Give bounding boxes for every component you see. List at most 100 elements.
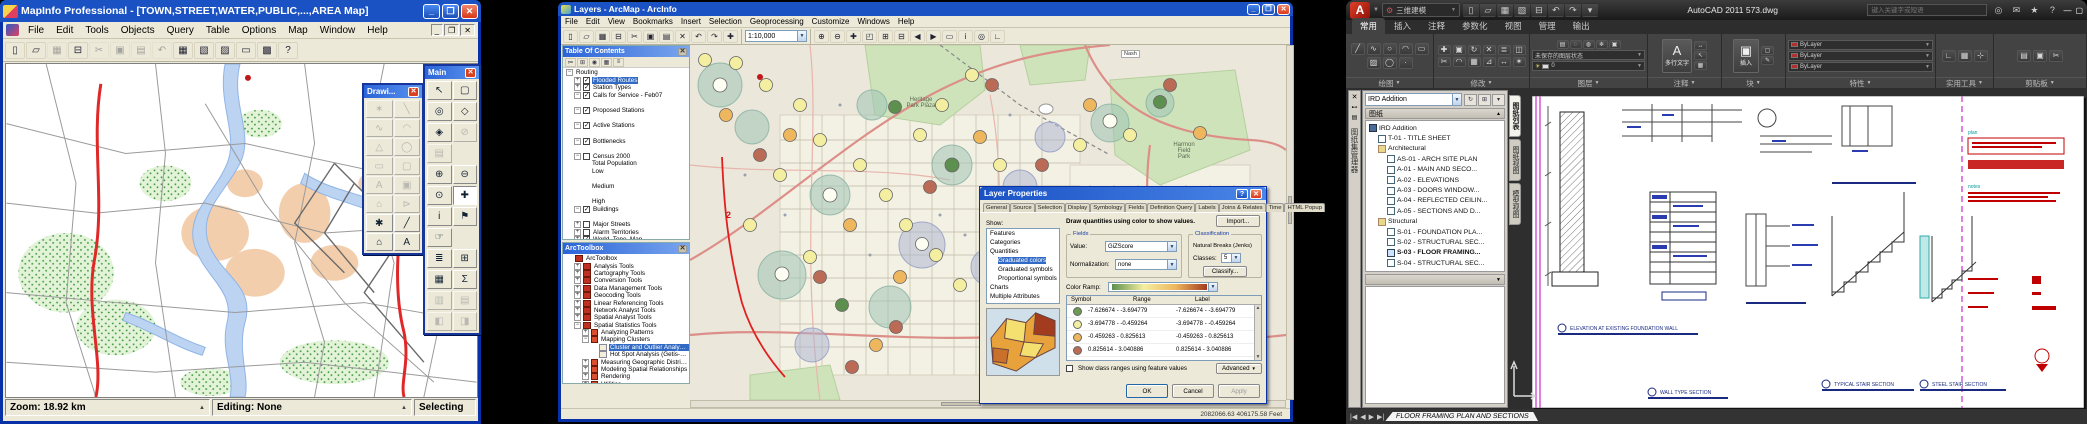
ruler-icon[interactable]: ⊞ (453, 249, 478, 268)
tree-expander-icon[interactable] (574, 322, 581, 329)
qnew-icon[interactable]: ▯ (1463, 3, 1479, 17)
line-icon[interactable]: ╱ (1351, 43, 1365, 55)
toolbox-label[interactable]: Modeling Spatial Relationships (600, 366, 688, 373)
maximize-button[interactable]: ❐ (442, 4, 459, 19)
toolbox-label[interactable]: Network Analyst Tools (593, 307, 656, 314)
measure-icon[interactable]: ∟ (1942, 50, 1956, 62)
maximize-button[interactable]: ❐ (1262, 4, 1275, 15)
sheet-row[interactable]: T-01 - TITLE SHEET (1366, 133, 1504, 143)
saveas-icon[interactable]: ▧ (1514, 3, 1530, 17)
layer-label[interactable]: Active Stations (592, 122, 636, 129)
show-list-item[interactable]: Charts (987, 283, 1059, 292)
tree-expander-icon[interactable] (582, 373, 589, 380)
select-features-icon[interactable]: ▭ (942, 30, 957, 43)
ribbon-tab[interactable]: 注释 (1420, 18, 1453, 34)
toolbox-label[interactable]: Data Management Tools (593, 285, 663, 292)
workspace-combo[interactable]: ⚙三维建模▼ (1382, 3, 1460, 17)
menu-item[interactable]: Objects (115, 24, 161, 37)
menu-item[interactable]: Edit (582, 17, 604, 26)
tree-expander-icon[interactable] (574, 138, 581, 145)
menu-item[interactable]: Tools (79, 24, 114, 37)
vertical-scrollbar[interactable] (1286, 45, 1294, 400)
cut-icon[interactable]: ✂ (89, 42, 109, 59)
paste-icon[interactable]: ▤ (659, 30, 674, 43)
menu-item[interactable]: Help (894, 17, 918, 26)
tree-expander-icon[interactable] (566, 69, 573, 76)
new-redistricter-icon[interactable]: ▩ (257, 42, 277, 59)
close-icon[interactable]: ✕ (465, 68, 476, 78)
class-row[interactable]: -0.459263 - 0.825613 -0.459263 - 0.82561… (1067, 331, 1261, 344)
sheet-row[interactable]: Architectural (1366, 144, 1504, 154)
legend-icon[interactable]: ▦ (427, 270, 452, 289)
set-target-district-icon[interactable]: ▥ (427, 291, 452, 310)
toolbox-row[interactable]: Measuring Geographic Distributions (563, 358, 689, 365)
plot-icon[interactable]: ⊟ (1531, 3, 1547, 17)
symbol-style-icon[interactable]: ✱ (366, 214, 393, 232)
layer-row[interactable] (563, 115, 689, 123)
layer-label[interactable]: Alarm Territories (592, 229, 640, 236)
tree-expander-icon[interactable] (574, 221, 581, 228)
label-tool-icon[interactable]: ⚑ (453, 207, 478, 226)
show-list-item[interactable]: Graduated symbols (987, 265, 1059, 274)
help-icon[interactable]: ? (2044, 3, 2060, 17)
os-minimize-icon[interactable]: — (2063, 6, 2071, 15)
layer-row[interactable] (563, 130, 689, 138)
layout-canvas[interactable]: ELEVATION AT EXISTING FOUNDATION WALL WA… (1532, 96, 2084, 408)
menu-item[interactable]: File (22, 24, 50, 37)
list-by-source-icon[interactable]: ⊞ (577, 58, 588, 67)
class-row[interactable]: -3.694778 - -0.459264 -3.694778 - -0.459… (1067, 318, 1261, 331)
class-row[interactable]: -7.626674 - -3.694779 -7.626674 - -3.694… (1067, 305, 1261, 318)
sheet-row[interactable]: A-03 - DOORS WINDOW... (1366, 185, 1504, 195)
qsave-icon[interactable]: ▦ (1497, 3, 1513, 17)
mirror-icon[interactable]: ◫ (1513, 45, 1526, 55)
main-toolbar[interactable]: Main✕ ↖▢◎◇◈⊘▤⊕⊖⊙✚i⚑☞≣⊞▦Σ▥▤◧◨ (423, 64, 481, 335)
layer-row[interactable]: Major Streets (563, 221, 689, 229)
copy-icon[interactable]: ▣ (1453, 45, 1466, 55)
ellipse-tool-icon[interactable]: ◯ (394, 138, 421, 156)
tree-expander-icon[interactable] (574, 270, 581, 277)
new-browser-icon[interactable]: ▦ (173, 42, 193, 59)
tree-expander-icon[interactable] (574, 153, 581, 160)
cut-icon[interactable]: ✂ (627, 30, 642, 43)
ssm-new-icon[interactable]: ▾ (1492, 94, 1505, 106)
redo-icon[interactable]: ↷ (707, 30, 722, 43)
ribbon-tab[interactable]: 输出 (1565, 18, 1598, 34)
layer-row[interactable]: Station Types (563, 84, 689, 92)
offset-icon[interactable]: ≣ (1498, 45, 1511, 55)
edit-attrib-icon[interactable]: ✎ (1761, 56, 1774, 65)
sheet-row[interactable]: S-02 - STRUCTURAL SEC... (1366, 237, 1504, 247)
sheet-row[interactable]: A-02 - ELEVATIONS (1366, 175, 1504, 185)
classify-button[interactable]: Classify... (1203, 266, 1247, 277)
menu-item[interactable]: File (561, 17, 582, 26)
layer-row[interactable]: Medium (563, 183, 689, 191)
tree-expander-icon[interactable] (574, 263, 581, 270)
menu-item[interactable]: Help (361, 24, 394, 37)
qopen-icon[interactable]: ▱ (1480, 3, 1496, 17)
status-dropdown-icon[interactable]: ▲ (199, 405, 205, 411)
ssm-import-icon[interactable]: ⊞ (1478, 94, 1491, 106)
tree-expander-icon[interactable] (574, 77, 581, 84)
table-header[interactable]: Label (1191, 297, 1253, 303)
panel-label[interactable]: 注释▼ (1648, 77, 1721, 88)
layer-row[interactable]: Routing (563, 69, 689, 77)
dialog-tab[interactable]: Time (1266, 203, 1285, 212)
quickcalc-icon[interactable]: ▦ (1958, 50, 1972, 62)
show-list-item[interactable]: Quantities (987, 247, 1059, 256)
checkbox-icon[interactable] (1066, 365, 1073, 372)
toolbox-label[interactable]: Cluster and Outlier Analysis (Anselin Lo… (609, 344, 689, 351)
layer-label[interactable]: Proposed Stations (592, 107, 645, 114)
sheet-row[interactable]: S-01 - FOUNDATION PLA... (1366, 227, 1504, 237)
layer-state-combo[interactable]: 未保存的图层状态▼ (1532, 50, 1645, 60)
layer-row[interactable]: Low (563, 168, 689, 176)
ok-button[interactable]: OK (1126, 384, 1168, 398)
tree-expander-icon[interactable] (574, 292, 581, 299)
table-icon[interactable]: ▦ (1694, 61, 1707, 70)
add-node-tool-icon[interactable]: ⊳ (394, 195, 421, 213)
create-block-icon[interactable]: ▢ (1761, 46, 1774, 55)
panel-label[interactable]: 修改▼ (1434, 77, 1529, 88)
print-icon[interactable]: ⊟ (611, 30, 626, 43)
dialog-tab[interactable]: Symbology (1090, 203, 1125, 212)
toolbox-label[interactable]: ArcToolbox (585, 255, 618, 262)
toolbox-row[interactable]: Spatial Statistics Tools (563, 322, 689, 329)
layer-checkbox[interactable] (583, 77, 590, 84)
